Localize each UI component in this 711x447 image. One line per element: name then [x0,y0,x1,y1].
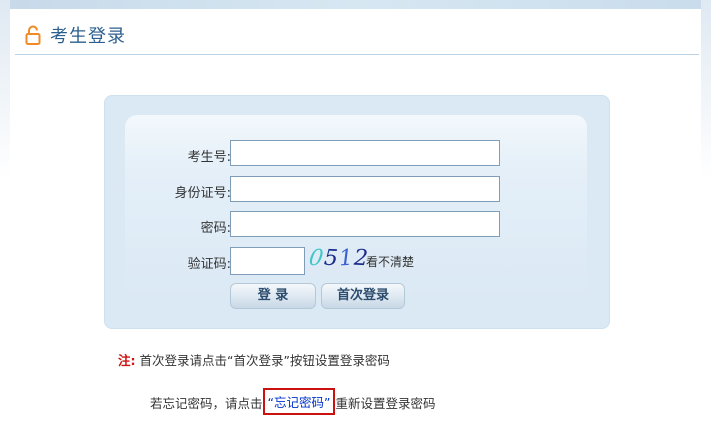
top-strip [0,0,711,9]
id-number-row: 身份证号: [125,176,587,204]
note-prefix: 注: [118,353,136,368]
note-line-2: 若忘记密码，请点击 “忘记密码” 重新设置登录密码 [150,388,436,416]
captcha-refresh-link[interactable]: 看不清楚 [366,253,414,270]
header-divider [15,54,699,55]
captcha-digit: 1 [338,245,355,272]
lock-icon [25,25,41,45]
password-row: 密码: [125,211,587,239]
candidate-number-row: 考生号: [125,140,587,168]
card-header: 考生登录 [10,9,701,55]
button-row: 登 录 首次登录 [125,283,587,311]
form-inner-panel: 考生号: 身份证号: 密码: 验证码: 0512 看不清楚 登 录 首次登录 [125,115,587,309]
id-number-input[interactable] [230,176,500,202]
captcha-digit: 5 [323,245,340,272]
note-text-2a: 若忘记密码，请点击 [150,396,263,411]
login-button[interactable]: 登 录 [230,283,316,309]
left-border [0,0,10,447]
captcha-label: 验证码: [187,257,231,272]
captcha-input[interactable] [230,247,305,275]
password-input[interactable] [230,211,500,237]
captcha-image[interactable]: 0512 [307,245,369,272]
candidate-number-input[interactable] [230,140,500,166]
password-label: 密码: [200,221,231,236]
note-line-1: 注: 首次登录请点击“首次登录”按钮设置登录密码 [118,350,390,369]
right-border [701,0,711,447]
id-number-label: 身份证号: [174,186,231,201]
note-text-2b: 重新设置登录密码 [335,396,436,411]
captcha-row: 验证码: 0512 看不清楚 [125,245,587,275]
form-panel: 考生号: 身份证号: 密码: 验证码: 0512 看不清楚 登 录 首次登录 [104,95,610,329]
note-text-1: 首次登录请点击“首次登录”按钮设置登录密码 [139,353,390,368]
forgot-password-link[interactable]: “忘记密码” [262,388,336,415]
first-login-button[interactable]: 首次登录 [321,283,405,309]
page-title: 考生登录 [50,26,126,47]
candidate-number-label: 考生号: [187,150,231,165]
login-card: 考生登录 考生号: 身份证号: 密码: 验证码: 0512 看不清楚 登 录 首… [10,9,701,447]
